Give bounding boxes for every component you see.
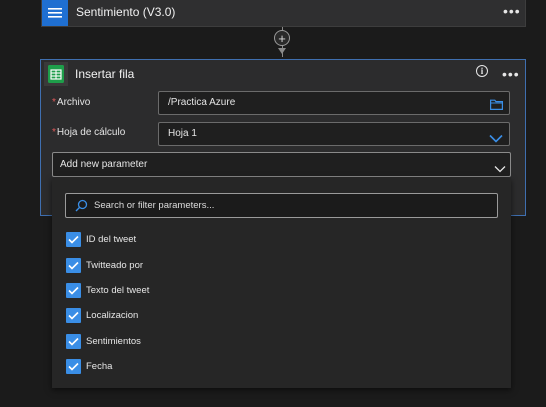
sheet-field-label: *Hoja de cálculo: [52, 127, 125, 138]
required-marker: *: [52, 97, 56, 108]
sheet-value: Hoja 1: [168, 128, 197, 139]
label-text: Hoja de cálculo: [56, 127, 126, 138]
parameter-search-input[interactable]: Search or filter parameters...: [65, 193, 498, 218]
checkbox-checked-icon[interactable]: [66, 333, 81, 349]
search-icon: [75, 199, 88, 217]
option-label: Sentimientos: [86, 335, 141, 347]
file-input[interactable]: /Practica Azure: [158, 91, 510, 115]
parameter-option[interactable]: Twitteado por: [66, 257, 143, 273]
text-analytics-icon: [42, 0, 68, 26]
sentiment-action-card[interactable]: Sentimiento (V3.0) •••: [41, 0, 526, 27]
sheet-select[interactable]: Hoja 1: [158, 122, 510, 146]
card-title: Insertar fila: [75, 67, 135, 81]
parameter-option[interactable]: Localizacion: [66, 307, 138, 323]
option-label: ID del tweet: [86, 233, 137, 245]
label-text: Archivo: [56, 97, 91, 108]
checkbox-checked-icon[interactable]: [66, 307, 81, 323]
more-options-icon[interactable]: •••: [502, 67, 520, 81]
chevron-down-icon[interactable]: [494, 160, 506, 178]
file-field-label: *Archivo: [52, 97, 90, 108]
option-label: Fecha: [86, 360, 113, 372]
parameter-option[interactable]: Fecha: [66, 358, 112, 374]
excel-sheet-icon: [44, 62, 68, 86]
checkbox-checked-icon[interactable]: [66, 257, 81, 273]
file-value: /Practica Azure: [168, 97, 236, 108]
folder-icon[interactable]: [490, 97, 503, 115]
checkbox-checked-icon[interactable]: [66, 231, 81, 247]
parameter-option[interactable]: Texto del tweet: [66, 282, 149, 298]
required-marker: *: [52, 127, 56, 138]
chevron-down-icon[interactable]: [489, 130, 503, 148]
add-new-parameter-dropdown[interactable]: Add new parameter: [52, 152, 511, 177]
card-title: Sentimiento (V3.0): [76, 5, 176, 19]
connector-arrow-icon: [278, 48, 286, 54]
search-placeholder: Search or filter parameters...: [94, 200, 215, 211]
option-label: Localizacion: [86, 309, 139, 321]
parameter-option[interactable]: Sentimientos: [66, 333, 141, 349]
checkbox-checked-icon[interactable]: [66, 358, 81, 374]
more-options-icon[interactable]: •••: [503, 4, 521, 18]
parameter-option[interactable]: ID del tweet: [66, 231, 136, 247]
option-label: Twitteado por: [86, 259, 144, 271]
add-parameter-label: Add new parameter: [60, 159, 148, 170]
insert-step-button[interactable]: +: [274, 30, 290, 46]
info-icon[interactable]: i: [476, 65, 488, 77]
option-label: Texto del tweet: [86, 284, 150, 296]
checkbox-checked-icon[interactable]: [66, 282, 81, 298]
